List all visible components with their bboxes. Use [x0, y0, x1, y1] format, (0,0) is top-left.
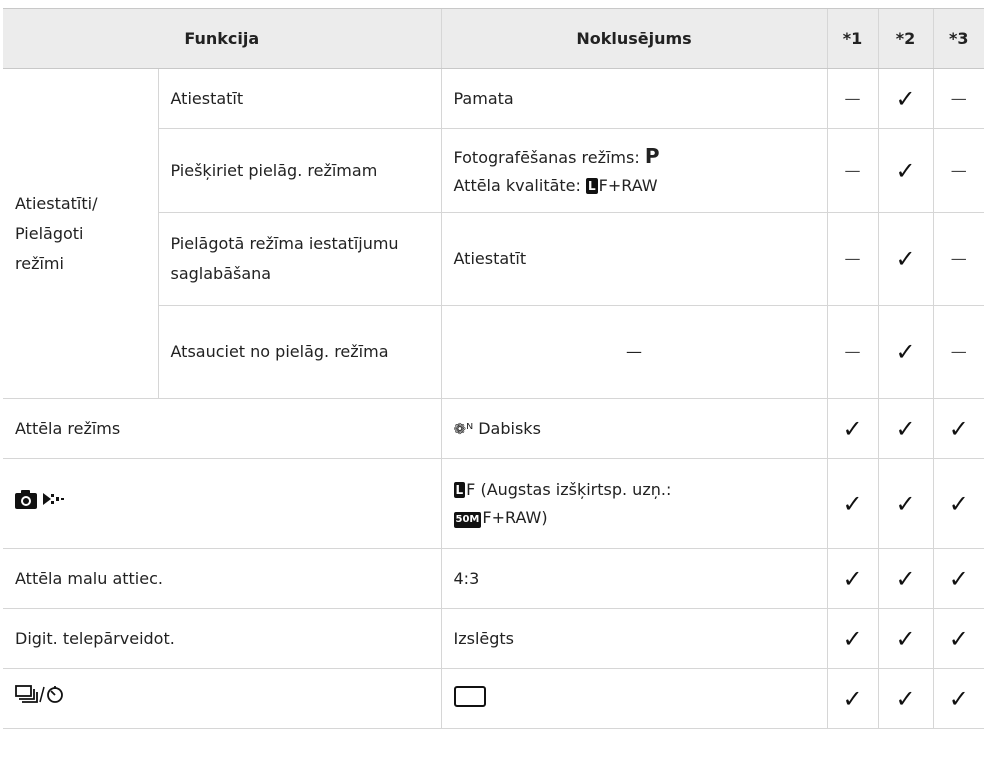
check-icon: ✓: [877, 548, 933, 609]
value-text: Dabisks: [478, 418, 541, 438]
value-line-1: F (Augstas izšķirtsp. uzņ.:: [466, 479, 672, 499]
header-row: Funkcija Noklusējums *1 *2 *3: [3, 8, 984, 69]
value-line-2: F+RAW): [482, 507, 548, 527]
default-value: —: [440, 305, 827, 399]
table-row: ✓ ✓ ✓: [3, 668, 984, 729]
function-name: Attēla režīms: [3, 398, 441, 459]
drive-self-timer-icon: [15, 685, 63, 703]
check-icon: ✓: [932, 608, 984, 669]
check-icon: ✓: [877, 68, 933, 129]
header-funkcija: Funkcija: [3, 8, 441, 69]
default-value: Fotografēšanas režīms: P Attēla kvalitāt…: [440, 128, 827, 213]
check-icon: ✓: [932, 548, 984, 609]
function-name: Pielāgotā režīma iestatījumu saglabāšana: [157, 212, 441, 306]
default-value: 4:3: [440, 548, 827, 609]
default-value: ❁ᴺ Dabisks: [440, 398, 827, 459]
check-icon: ✓: [877, 128, 933, 213]
table-row: Digit. telepārveidot. Izslēgts ✓ ✓ ✓: [3, 608, 984, 669]
high-res-50m-icon: 50M: [453, 511, 482, 528]
header-col1: *1: [826, 8, 878, 69]
check-icon: ✓: [877, 398, 933, 459]
mark-col3: —: [932, 128, 984, 213]
function-name: Digit. telepārveidot.: [3, 608, 441, 669]
function-name: Atiestatīt: [157, 68, 441, 129]
value-line-2-rest: F+RAW: [598, 175, 658, 195]
check-icon: ✓: [877, 458, 933, 549]
check-icon: ✓: [826, 398, 878, 459]
function-name: [3, 458, 441, 549]
check-icon: ✓: [826, 608, 878, 669]
mark-col3: —: [932, 68, 984, 129]
mark-col3: —: [932, 212, 984, 306]
natural-picture-mode-icon: ❁ᴺ: [453, 419, 474, 438]
function-name: Atsauciet no pielāg. režīma: [157, 305, 441, 399]
value-line-2: Attēla kvalitāte:: [453, 175, 586, 195]
header-noklusejums: Noklusējums: [440, 8, 827, 69]
mark-col1: —: [826, 212, 878, 306]
program-mode-icon: P: [644, 143, 660, 168]
check-icon: ✓: [877, 305, 933, 399]
settings-table: Funkcija Noklusējums *1 *2 *3 Atiestatīt…: [3, 8, 984, 729]
table-row: Attēla malu attiec. 4:3 ✓ ✓ ✓: [3, 548, 984, 609]
table-row: Attēla režīms ❁ᴺ Dabisks ✓ ✓ ✓: [3, 398, 984, 459]
check-icon: ✓: [826, 548, 878, 609]
large-size-icon: L: [453, 481, 466, 498]
check-icon: ✓: [932, 398, 984, 459]
default-value: LF (Augstas izšķirtsp. uzņ.: 50M F+RAW): [440, 458, 827, 549]
check-icon: ✓: [826, 668, 878, 729]
default-value: Izslēgts: [440, 608, 827, 669]
camera-settings-icon: [15, 490, 64, 509]
table-row: Atiestatīti/ Pielāgoti režīmi Atiestatīt…: [3, 68, 984, 399]
single-frame-icon: [453, 685, 486, 707]
check-icon: ✓: [932, 668, 984, 729]
default-value: Atiestatīt: [440, 212, 827, 306]
group-label: Atiestatīti/ Pielāgoti režīmi: [3, 68, 158, 399]
mark-col1: —: [826, 128, 878, 213]
header-col2: *2: [877, 8, 933, 69]
mark-col3: —: [932, 305, 984, 399]
function-name: Attēla malu attiec.: [3, 548, 441, 609]
header-col3: *3: [932, 8, 984, 69]
value-line-1: Fotografēšanas režīms:: [453, 147, 645, 167]
check-icon: ✓: [877, 608, 933, 669]
table-row: LF (Augstas izšķirtsp. uzņ.: 50M F+RAW) ✓…: [3, 458, 984, 549]
mark-col1: —: [826, 305, 878, 399]
function-name: Piešķiriet pielāg. režīmam: [157, 128, 441, 213]
check-icon: ✓: [932, 458, 984, 549]
check-icon: ✓: [826, 458, 878, 549]
default-value: Pamata: [440, 68, 827, 129]
check-icon: ✓: [877, 212, 933, 306]
large-size-icon: L: [586, 177, 598, 194]
default-value: [440, 668, 827, 729]
mark-col1: —: [826, 68, 878, 129]
check-icon: ✓: [877, 668, 933, 729]
function-name: [3, 668, 441, 729]
